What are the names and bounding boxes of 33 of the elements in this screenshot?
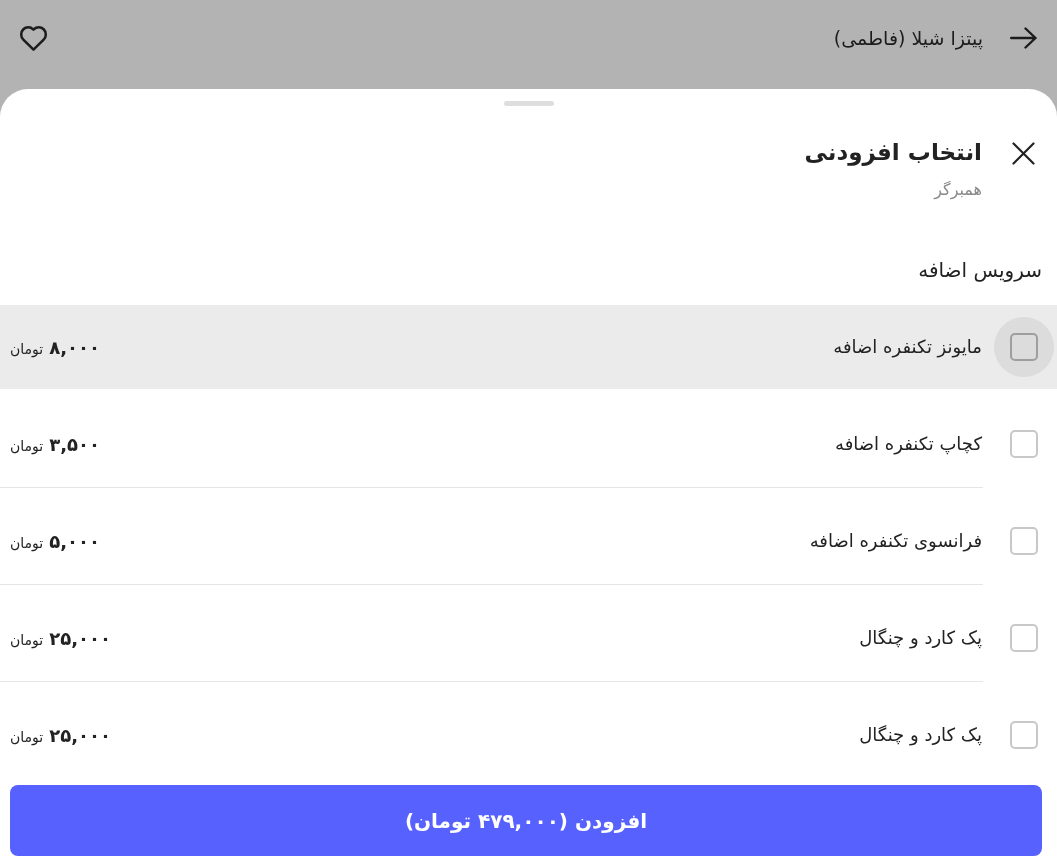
currency-label: تومان bbox=[10, 728, 44, 745]
option-label: فرانسوی تکنفره اضافه bbox=[809, 529, 982, 554]
option-row[interactable]: کچاپ تکنفره اضافه ۳,۵۰۰ تومان bbox=[0, 402, 1057, 486]
option-row[interactable]: فرانسوی تکنفره اضافه ۵,۰۰۰ تومان bbox=[0, 499, 1057, 583]
sheet-title: انتخاب افزودنی bbox=[804, 138, 982, 168]
checkbox[interactable] bbox=[1010, 430, 1038, 458]
option-row[interactable]: پک کارد و چنگال ۲۵,۰۰۰ تومان bbox=[0, 693, 1057, 777]
price-amount: ۲۵,۰۰۰ bbox=[49, 724, 111, 746]
option-label: کچاپ تکنفره اضافه bbox=[835, 432, 982, 457]
currency-label: تومان bbox=[10, 437, 44, 454]
option-row[interactable]: پک کارد و چنگال ۲۵,۰۰۰ تومان bbox=[0, 596, 1057, 680]
drag-handle[interactable] bbox=[503, 101, 554, 106]
price-amount: ۵,۰۰۰ bbox=[49, 530, 100, 552]
item-subtitle: همبرگر bbox=[934, 179, 982, 202]
checkbox[interactable] bbox=[1010, 527, 1038, 555]
currency-label: تومان bbox=[10, 340, 44, 357]
option-label: مایونز تکنفره اضافه bbox=[833, 335, 982, 360]
currency-label: تومان bbox=[10, 534, 44, 551]
option-label: پک کارد و چنگال bbox=[859, 626, 982, 651]
restaurant-title: پیتزا شیلا (فاطمی) bbox=[833, 26, 983, 52]
option-row[interactable]: مایونز تکنفره اضافه ۸,۰۰۰ تومان bbox=[0, 305, 1057, 389]
price-amount: ۲۵,۰۰۰ bbox=[49, 627, 111, 649]
checkbox[interactable] bbox=[1010, 624, 1038, 652]
section-title: سرویس اضافه bbox=[918, 257, 1042, 284]
close-icon[interactable] bbox=[1012, 142, 1035, 165]
heart-icon[interactable] bbox=[18, 24, 49, 52]
price-amount: ۸,۰۰۰ bbox=[49, 336, 100, 358]
add-button[interactable]: افزودن (۴۷۹,۰۰۰ تومان) bbox=[10, 785, 1042, 856]
checkbox[interactable] bbox=[1010, 721, 1038, 749]
currency-label: تومان bbox=[10, 631, 44, 648]
arrow-right-icon[interactable] bbox=[1010, 27, 1037, 49]
option-label: پک کارد و چنگال bbox=[859, 723, 982, 748]
price-amount: ۳,۵۰۰ bbox=[49, 433, 100, 455]
